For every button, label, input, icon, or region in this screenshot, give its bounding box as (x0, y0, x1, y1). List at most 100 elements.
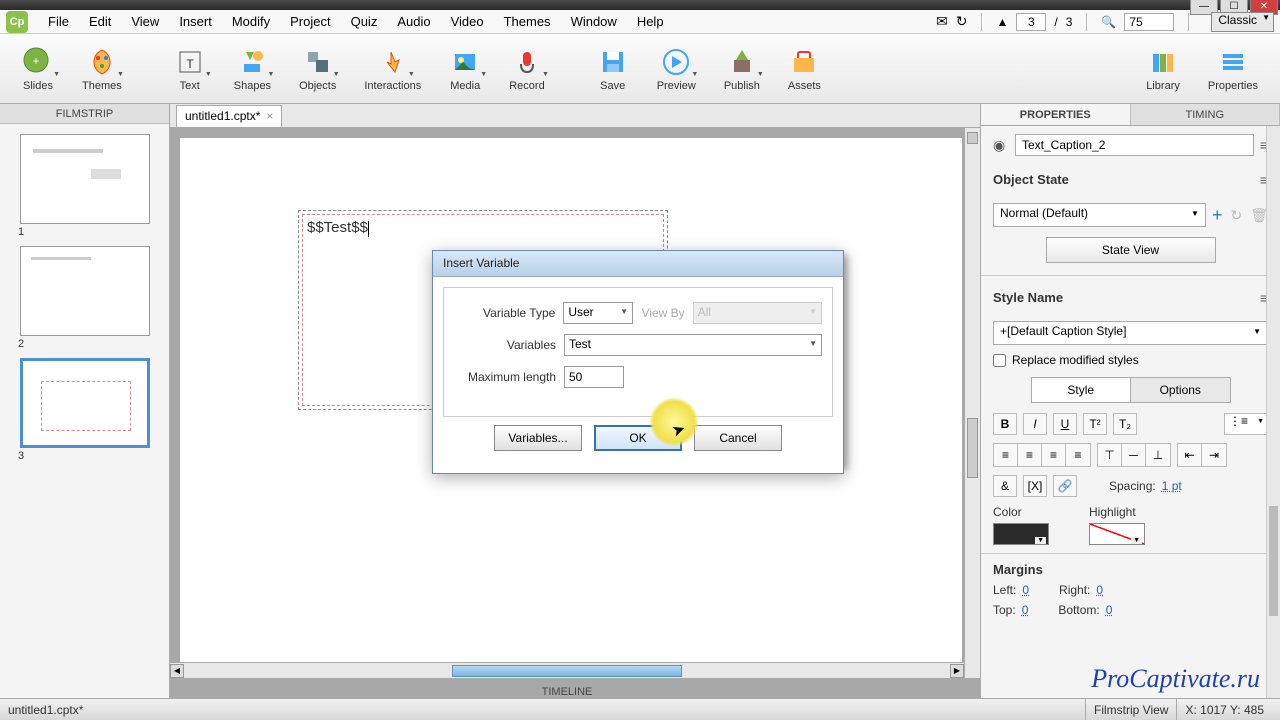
menu-edit[interactable]: Edit (79, 10, 121, 33)
menu-themes[interactable]: Themes (494, 10, 561, 33)
tool-label: Assets (788, 80, 821, 92)
mail-icon[interactable]: ✉ (936, 13, 948, 30)
insert-hyperlink-button[interactable]: 🔗 (1053, 475, 1077, 497)
media-tool[interactable]: ▼ Media (437, 44, 493, 94)
workspace-select[interactable]: Classic (1211, 12, 1274, 32)
zoom-icon[interactable]: 🔍 (1101, 15, 1116, 29)
style-select[interactable]: +[Default Caption Style] (993, 321, 1268, 345)
subscript-button[interactable]: T₂ (1113, 413, 1137, 435)
state-select[interactable]: Normal (Default) (993, 203, 1206, 227)
zoom-input[interactable] (1124, 13, 1174, 31)
status-view-mode: Filmstrip View (1085, 699, 1176, 720)
scroll-thumb[interactable] (1269, 506, 1278, 616)
slide-thumb-2[interactable] (20, 246, 150, 336)
variable-type-select[interactable]: User (563, 302, 633, 324)
menu-project[interactable]: Project (280, 10, 340, 33)
valign-bottom-button[interactable]: ⊥ (1146, 444, 1170, 466)
slide-thumb-3[interactable] (20, 358, 150, 448)
preview-tool[interactable]: ▼ Preview (645, 44, 708, 94)
tab-properties[interactable]: PROPERTIES (981, 104, 1131, 125)
objects-tool[interactable]: ▼ Objects (287, 44, 348, 94)
insert-variable-button[interactable]: [X] (1023, 475, 1047, 497)
menu-audio[interactable]: Audio (387, 10, 440, 33)
insert-symbol-button[interactable]: & (993, 475, 1017, 497)
assets-tool[interactable]: Assets (776, 44, 833, 94)
visibility-icon[interactable]: ◉ (993, 137, 1009, 154)
valign-middle-button[interactable]: ─ (1122, 444, 1146, 466)
list-style-select[interactable]: ⋮≡ (1224, 413, 1268, 435)
close-tab-icon[interactable]: × (266, 109, 273, 123)
scroll-thumb[interactable] (967, 418, 978, 478)
shapes-tool[interactable]: ▼ Shapes (222, 44, 283, 94)
menu-help[interactable]: Help (627, 10, 674, 33)
tab-timing[interactable]: TIMING (1131, 104, 1280, 125)
align-justify-button[interactable]: ≡ (1066, 444, 1090, 466)
margin-bottom-value[interactable]: 0 (1106, 603, 1113, 617)
scroll-right-button[interactable]: ▶ (950, 664, 964, 678)
vertical-scrollbar[interactable] (964, 128, 980, 678)
publish-icon: ▼ (726, 46, 758, 78)
properties-tool[interactable]: Properties (1196, 44, 1270, 94)
object-name-input[interactable] (1015, 134, 1254, 156)
menu-modify[interactable]: Modify (222, 10, 280, 33)
menu-view[interactable]: View (121, 10, 169, 33)
variables-button[interactable]: Variables... (494, 425, 582, 451)
indent-left-button[interactable]: ⇤ (1178, 444, 1202, 466)
style-subtab[interactable]: Style (1032, 378, 1132, 402)
record-tool[interactable]: ▼ Record (497, 44, 556, 94)
underline-button[interactable]: U (1053, 413, 1077, 435)
tool-label: Properties (1208, 80, 1258, 92)
save-tool[interactable]: Save (585, 44, 641, 94)
align-right-button[interactable]: ≡ (1042, 444, 1066, 466)
replace-styles-checkbox[interactable] (993, 354, 1006, 367)
align-left-button[interactable]: ≡ (994, 444, 1018, 466)
margin-top-label: Top: (993, 603, 1016, 617)
svg-text:+: + (32, 54, 39, 68)
page-current-input[interactable] (1016, 13, 1046, 31)
margin-right-value[interactable]: 0 (1096, 583, 1103, 597)
highlight-color-swatch[interactable] (1089, 523, 1145, 545)
align-center-button[interactable]: ≡ (1018, 444, 1042, 466)
document-tab[interactable]: untitled1.cptx* × (176, 105, 282, 127)
slides-tool[interactable]: +▼ Slides (10, 44, 66, 94)
superscript-button[interactable]: T² (1083, 413, 1107, 435)
interactions-tool[interactable]: ▼ Interactions (352, 44, 433, 94)
margin-top-value[interactable]: 0 (1022, 603, 1029, 617)
menu-video[interactable]: Video (441, 10, 494, 33)
sync-icon[interactable]: ↻ (956, 13, 968, 30)
menu-quiz[interactable]: Quiz (341, 10, 388, 33)
themes-tool[interactable]: ▼ Themes (70, 44, 134, 94)
indent-right-button[interactable]: ⇥ (1202, 444, 1226, 466)
slide-thumb-1[interactable] (20, 134, 150, 224)
slides-icon: +▼ (22, 46, 54, 78)
margins-label: Margins (993, 562, 1268, 577)
menu-insert[interactable]: Insert (169, 10, 222, 33)
cancel-button[interactable]: Cancel (694, 425, 782, 451)
panel-scrollbar[interactable] (1266, 126, 1280, 702)
library-tool[interactable]: Library (1134, 44, 1192, 94)
ok-button[interactable]: OK (594, 425, 682, 451)
menu-window[interactable]: Window (561, 10, 627, 33)
bold-button[interactable]: B (993, 413, 1017, 435)
horizontal-scrollbar[interactable]: ◀ ▶ (170, 662, 964, 678)
publish-tool[interactable]: ▼ Publish (712, 44, 772, 94)
text-color-swatch[interactable] (993, 523, 1049, 545)
menu-file[interactable]: File (38, 10, 79, 33)
scroll-thumb[interactable] (967, 132, 978, 144)
scroll-left-button[interactable]: ◀ (170, 664, 184, 678)
tool-label: Preview (657, 80, 696, 92)
options-subtab[interactable]: Options (1131, 378, 1230, 402)
spacing-value[interactable]: 1 pt (1162, 479, 1182, 493)
text-tool[interactable]: T▼ Text (162, 44, 218, 94)
scroll-thumb[interactable] (452, 665, 682, 677)
add-state-icon[interactable]: + (1212, 205, 1223, 226)
valign-top-button[interactable]: ⊤ (1098, 444, 1122, 466)
margin-left-value[interactable]: 0 (1022, 583, 1029, 597)
document-tabs: untitled1.cptx* × (170, 104, 980, 128)
italic-button[interactable]: I (1023, 413, 1047, 435)
upload-icon[interactable]: ▲ (996, 15, 1008, 29)
variables-select[interactable]: Test (564, 334, 822, 356)
timeline-header[interactable]: TIMELINE (170, 686, 964, 698)
max-length-input[interactable] (564, 366, 624, 388)
state-view-button[interactable]: State View (1046, 237, 1216, 263)
